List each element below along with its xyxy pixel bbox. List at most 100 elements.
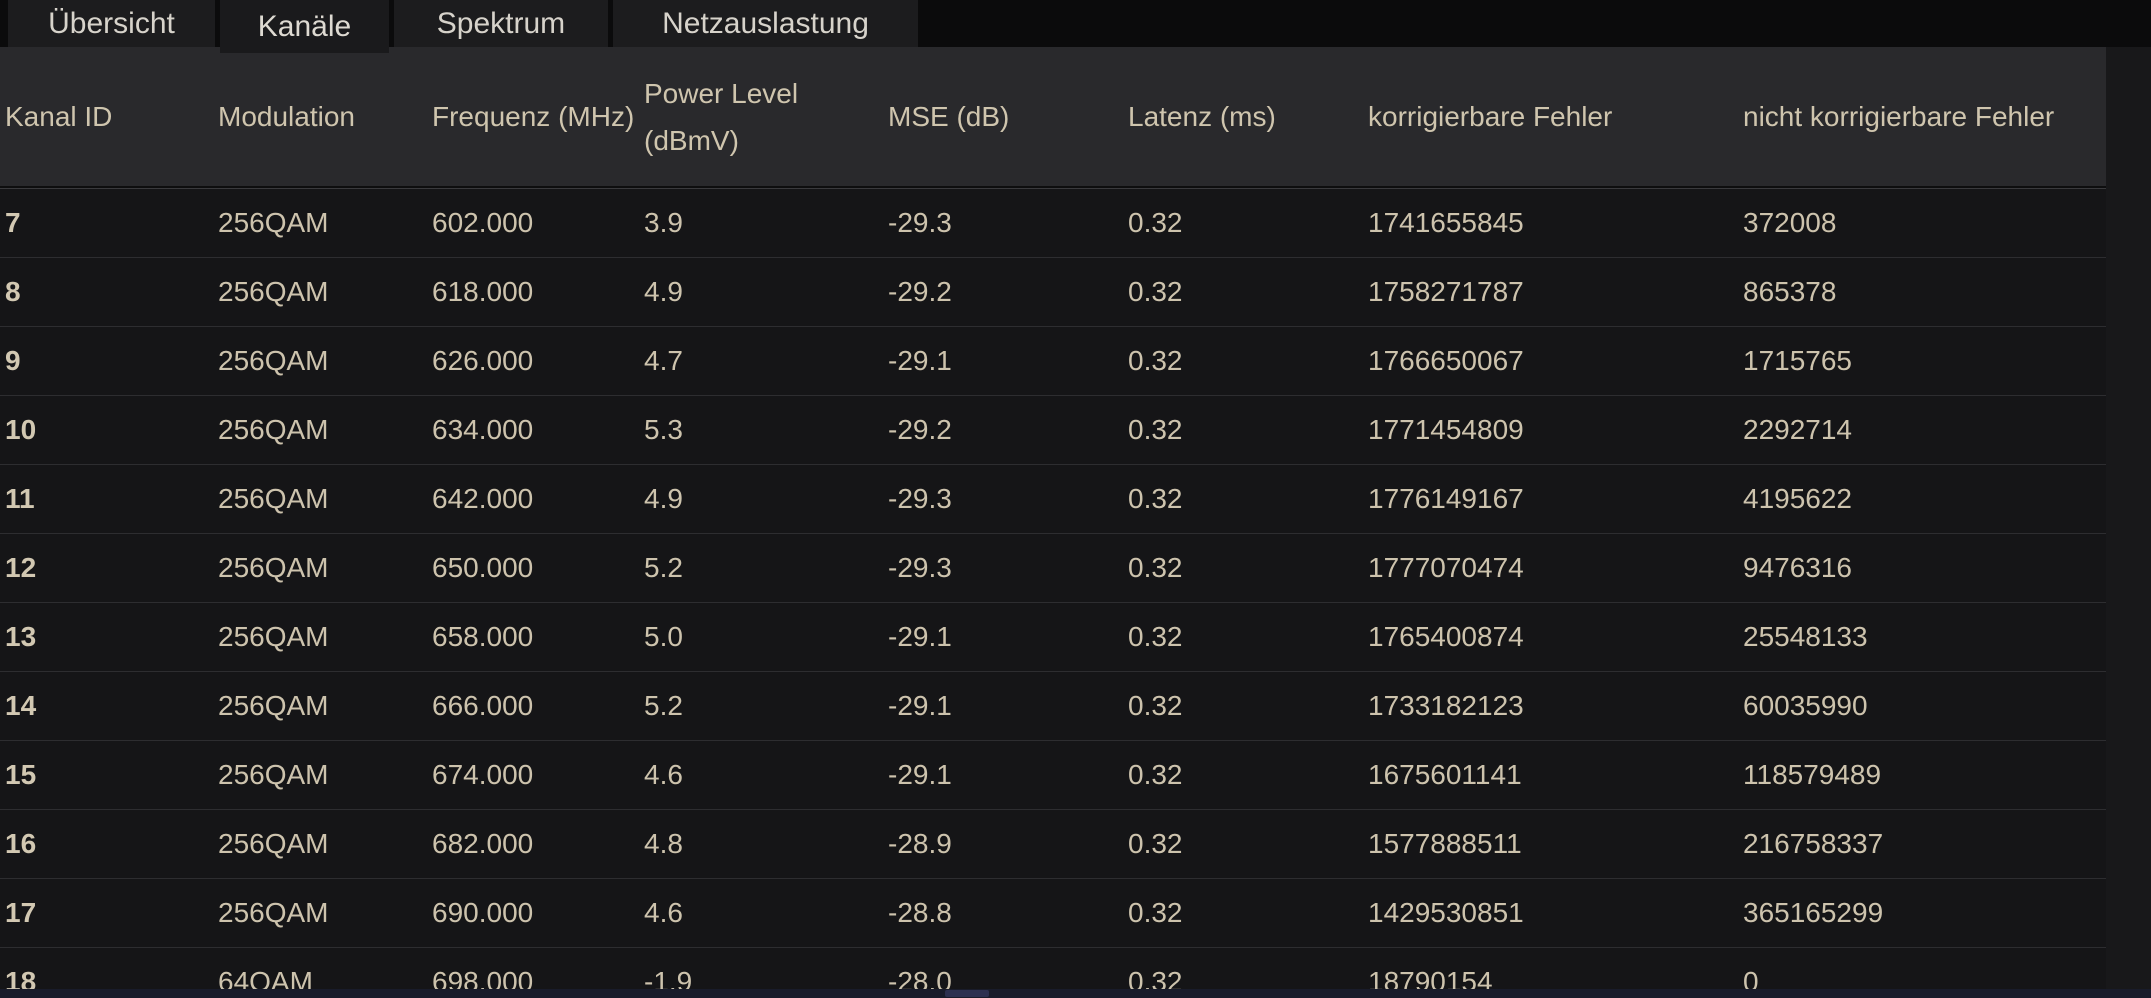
cell-mse: -29.2 [888,276,952,307]
cell-frequenz: 674.000 [432,759,534,790]
cell-mse: -29.3 [888,483,952,514]
cell-frequenz: 690.000 [432,897,534,928]
cell-nicht-korrigierbare-fehler: 365165299 [1743,897,1884,928]
cell-frequenz: 634.000 [432,414,534,445]
table-header-row: Kanal ID Modulation Frequenz (MHz) Power… [0,47,2106,188]
cell-modulation: 256QAM [218,621,329,652]
cell-nicht-korrigierbare-fehler: 2292714 [1743,414,1853,445]
cell-korrigierbare-fehler: 1577888511 [1368,828,1522,859]
tab-kanaele[interactable]: Kanäle [220,0,389,53]
right-gutter [2106,47,2151,998]
tab-spektrum[interactable]: Spektrum [394,0,608,47]
cell-latenz: 0.32 [1128,690,1183,721]
cell-frequenz: 658.000 [432,621,534,652]
cell-mse: -29.3 [888,207,952,238]
cell-power-level: 5.2 [644,690,683,721]
cell-kanal-id: 15 [5,759,37,790]
table-row: 13 256QAM 658.000 5.0 -29.1 0.32 1765400… [0,602,2106,671]
tab-uebersicht[interactable]: Übersicht [8,0,215,47]
cell-latenz: 0.32 [1128,828,1183,859]
table-row: 15 256QAM 674.000 4.6 -29.1 0.32 1675601… [0,740,2106,809]
cell-nicht-korrigierbare-fehler: 4195622 [1743,483,1853,514]
table-body: 7 256QAM 602.000 3.9 -29.3 0.32 17416558… [0,188,2106,998]
cell-kanal-id: 12 [5,552,37,583]
column-header-korrigierbare-fehler: korrigierbare Fehler [1368,101,1613,132]
cell-latenz: 0.32 [1128,552,1183,583]
table-row: 8 256QAM 618.000 4.9 -29.2 0.32 17582717… [0,257,2106,326]
cell-modulation: 256QAM [218,483,329,514]
cell-latenz: 0.32 [1128,759,1183,790]
horizontal-scrollbar-thumb[interactable] [945,990,989,997]
cell-modulation: 256QAM [218,828,329,859]
cell-latenz: 0.32 [1128,207,1183,238]
tab-label: Netzauslastung [662,6,869,40]
cell-power-level: 4.6 [644,759,683,790]
column-header-mse-db: MSE (dB) [888,101,1010,132]
cell-modulation: 256QAM [218,414,329,445]
cell-power-level: 5.3 [644,414,683,445]
cell-mse: -29.1 [888,690,952,721]
cell-korrigierbare-fehler: 1675601141 [1368,759,1522,790]
cell-nicht-korrigierbare-fehler: 118579489 [1743,759,1882,790]
tab-bar: Übersicht Kanäle Spektrum Netzauslastung [0,0,2151,53]
cell-modulation: 256QAM [218,207,329,238]
cell-kanal-id: 11 [5,483,35,514]
tab-label: Kanäle [257,9,352,43]
cell-nicht-korrigierbare-fehler: 865378 [1743,276,1837,307]
cell-mse: -29.1 [888,621,952,652]
tab-netzauslastung[interactable]: Netzauslastung [613,0,918,47]
cell-kanal-id: 10 [5,414,37,445]
cell-modulation: 256QAM [218,897,329,928]
cell-frequenz: 618.000 [432,276,534,307]
cell-korrigierbare-fehler: 1771454809 [1368,414,1524,445]
column-header-kanal-id: Kanal ID [5,101,113,132]
cell-korrigierbare-fehler: 1733182123 [1368,690,1524,721]
cell-nicht-korrigierbare-fehler: 372008 [1743,207,1837,238]
cell-frequenz: 666.000 [432,690,534,721]
cell-latenz: 0.32 [1128,897,1183,928]
cell-kanal-id: 8 [5,276,21,307]
cell-modulation: 256QAM [218,552,329,583]
cell-korrigierbare-fehler: 1741655845 [1368,207,1524,238]
cell-kanal-id: 7 [5,207,21,238]
horizontal-scrollbar[interactable] [0,989,2151,998]
tab-label: Übersicht [48,6,175,40]
cell-kanal-id: 16 [5,828,37,859]
column-header-power-level-dbmv: Power Level (dBmV) [644,77,799,156]
cell-power-level: 4.8 [644,828,683,859]
tab-label: Spektrum [436,6,566,40]
cell-korrigierbare-fehler: 1766650067 [1368,345,1524,376]
table-row: 11 256QAM 642.000 4.9 -29.3 0.32 1776149… [0,464,2106,533]
cell-mse: -29.2 [888,414,952,445]
cell-nicht-korrigierbare-fehler: 9476316 [1743,552,1853,583]
cell-modulation: 256QAM [218,759,329,790]
cell-korrigierbare-fehler: 1777070474 [1368,552,1524,583]
cell-latenz: 0.32 [1128,483,1183,514]
column-header-modulation: Modulation [218,101,355,132]
cell-mse: -28.9 [888,828,952,859]
cell-modulation: 256QAM [218,345,329,376]
table-row: 10 256QAM 634.000 5.3 -29.2 0.32 1771454… [0,395,2106,464]
cell-mse: -29.1 [888,345,952,376]
cell-mse: -29.1 [888,759,952,790]
cell-modulation: 256QAM [218,690,329,721]
table-row: 14 256QAM 666.000 5.2 -29.1 0.32 1733182… [0,671,2106,740]
cell-korrigierbare-fehler: 1776149167 [1368,483,1524,514]
cell-modulation: 256QAM [218,276,329,307]
cell-nicht-korrigierbare-fehler: 25548133 [1743,621,1868,652]
cell-mse: -29.3 [888,552,952,583]
cell-power-level: 4.9 [644,483,683,514]
cell-power-level: 4.6 [644,897,683,928]
cell-frequenz: 602.000 [432,207,534,238]
cell-frequenz: 642.000 [432,483,534,514]
cell-latenz: 0.32 [1128,276,1183,307]
cell-power-level: 4.9 [644,276,683,307]
cell-power-level: 5.0 [644,621,683,652]
cell-power-level: 5.2 [644,552,683,583]
table-row: 17 256QAM 690.000 4.6 -28.8 0.32 1429530… [0,878,2106,947]
table-row: 16 256QAM 682.000 4.8 -28.9 0.32 1577888… [0,809,2106,878]
cell-frequenz: 626.000 [432,345,534,376]
table-row: 9 256QAM 626.000 4.7 -29.1 0.32 17666500… [0,326,2106,395]
cell-korrigierbare-fehler: 1765400874 [1368,621,1524,652]
column-header-latenz-ms: Latenz (ms) [1128,101,1276,132]
